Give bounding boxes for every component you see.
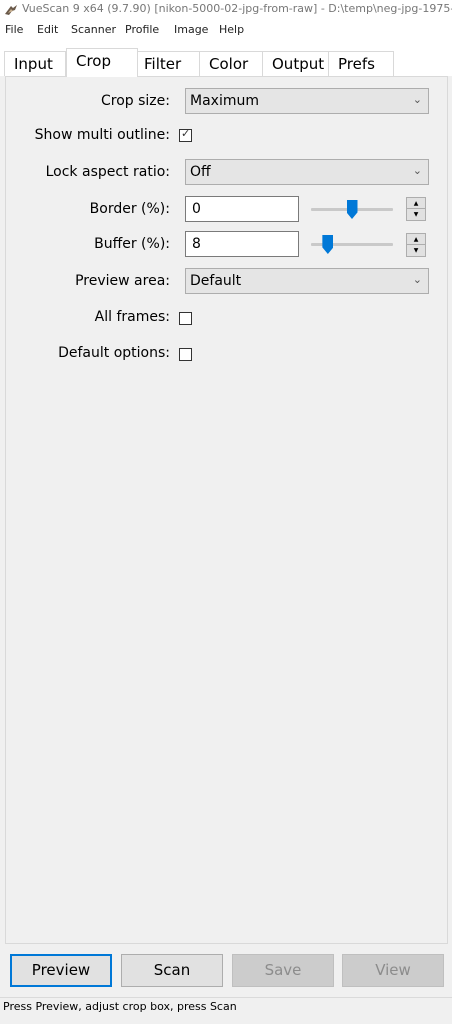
chevron-down-icon: ⌄ xyxy=(412,93,422,106)
status-text: Press Preview, adjust crop box, press Sc… xyxy=(3,1000,237,1013)
vuescan-app-icon xyxy=(5,5,17,15)
border-value: 0 xyxy=(192,201,201,217)
scan-button[interactable]: Scan xyxy=(121,954,223,987)
all-frames-label: All frames: xyxy=(94,309,170,325)
menu-scanner[interactable]: Scanner xyxy=(71,23,116,36)
tab-color[interactable]: Color xyxy=(199,51,263,76)
menu-image[interactable]: Image xyxy=(174,23,208,36)
crop-size-label: Crop size: xyxy=(101,93,170,109)
view-button[interactable]: View xyxy=(342,954,444,987)
preview-button[interactable]: Preview xyxy=(10,954,112,987)
tab-output[interactable]: Output xyxy=(262,51,329,76)
tab-input[interactable]: Input xyxy=(4,51,66,76)
menu-bar: File Edit Scanner Profile Image Help xyxy=(0,20,452,40)
buffer-label: Buffer (%): xyxy=(94,236,170,252)
chevron-down-icon: ⌄ xyxy=(412,273,422,286)
show-multi-outline-label: Show multi outline: xyxy=(34,127,170,143)
buffer-input[interactable]: 8 xyxy=(185,231,299,257)
spin-down-icon[interactable]: ▼ xyxy=(407,209,425,220)
border-spinner[interactable]: ▲ ▼ xyxy=(406,197,426,221)
lock-aspect-ratio-select[interactable]: Off ⌄ xyxy=(185,159,429,185)
border-slider-thumb[interactable] xyxy=(346,200,358,219)
spin-up-icon[interactable]: ▲ xyxy=(407,198,425,209)
crop-size-value: Maximum xyxy=(190,93,259,109)
lock-aspect-ratio-value: Off xyxy=(190,164,211,180)
buffer-spinner[interactable]: ▲ ▼ xyxy=(406,233,426,257)
title-bar: VueScan 9 x64 (9.7.90) [nikon-5000-02-jp… xyxy=(0,0,452,20)
tab-filter[interactable]: Filter xyxy=(134,51,200,76)
crop-size-select[interactable]: Maximum ⌄ xyxy=(185,88,429,114)
crop-panel: Crop size: Maximum ⌄ Show multi outline:… xyxy=(5,76,448,944)
preview-area-value: Default xyxy=(190,273,242,289)
check-icon: ✓ xyxy=(181,127,191,140)
save-button[interactable]: Save xyxy=(232,954,334,987)
menu-help[interactable]: Help xyxy=(219,23,244,36)
default-options-label: Default options: xyxy=(58,345,170,361)
border-input[interactable]: 0 xyxy=(185,196,299,222)
buffer-value: 8 xyxy=(192,236,201,252)
tab-prefs[interactable]: Prefs xyxy=(328,51,394,76)
tab-strip: Input Crop Filter Color Output Prefs xyxy=(0,40,452,77)
menu-edit[interactable]: Edit xyxy=(37,23,58,36)
lock-aspect-ratio-label: Lock aspect ratio: xyxy=(45,164,170,180)
default-options-checkbox[interactable] xyxy=(179,348,192,361)
all-frames-checkbox[interactable] xyxy=(179,312,192,325)
buffer-slider-thumb[interactable] xyxy=(322,235,334,254)
tab-crop[interactable]: Crop xyxy=(66,48,138,77)
status-bar: Press Preview, adjust crop box, press Sc… xyxy=(0,997,452,1017)
border-label: Border (%): xyxy=(89,201,170,217)
menu-file[interactable]: File xyxy=(5,23,23,36)
preview-area-select[interactable]: Default ⌄ xyxy=(185,268,429,294)
spin-down-icon[interactable]: ▼ xyxy=(407,245,425,256)
spin-up-icon[interactable]: ▲ xyxy=(407,234,425,245)
preview-area-label: Preview area: xyxy=(75,273,170,289)
show-multi-outline-checkbox[interactable]: ✓ xyxy=(179,127,192,142)
menu-profile[interactable]: Profile xyxy=(125,23,159,36)
window-title: VueScan 9 x64 (9.7.90) [nikon-5000-02-jp… xyxy=(22,2,452,15)
chevron-down-icon: ⌄ xyxy=(412,164,422,177)
